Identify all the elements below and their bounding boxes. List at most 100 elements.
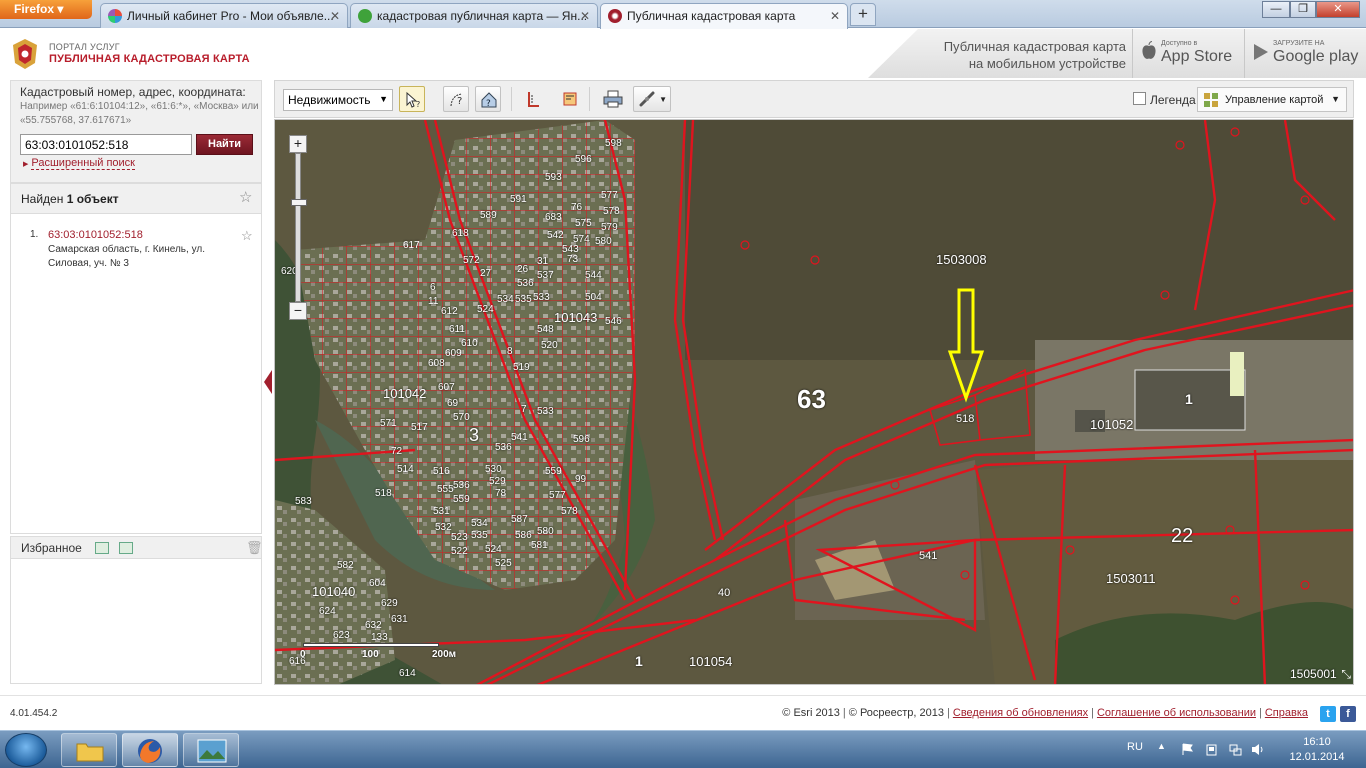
tab-cadastral-map[interactable]: Публичная кадастровая карта ✕ [600,3,848,29]
parcel-label: 69 [447,398,459,409]
result-cadastral-link[interactable]: 63:03:0101052:518 [48,229,143,241]
measure-question-icon: ? [450,93,462,107]
maximize-button[interactable]: ❐ [1290,1,1316,18]
parcel-label: 572 [463,255,480,266]
identify-tool[interactable]: ? [399,86,425,112]
volume-icon[interactable] [1251,743,1264,756]
zoom-slider[interactable] [291,153,307,302]
parcel-label: 504 [585,292,602,303]
quarter-label: 1505001 [1290,667,1337,681]
import-excel-icon[interactable] [119,542,133,554]
search-button[interactable]: Найти [196,134,253,155]
parcel-label: 571 [380,418,397,429]
close-icon[interactable]: ✕ [830,9,840,23]
parcel-label: 544 [585,270,602,281]
export-excel-icon[interactable] [95,542,109,554]
photo-viewer-taskbar-button[interactable] [183,733,239,767]
print-tool[interactable] [599,86,625,112]
start-button[interactable] [5,733,47,767]
parcel-label: 11 [428,296,439,307]
parcel-label: 78 [495,488,507,499]
yandex-search-icon [358,9,372,23]
zoom-in-button[interactable]: + [289,135,307,153]
network-icon[interactable] [1229,743,1242,756]
device-icon[interactable] [1205,743,1218,756]
copyright-rosreestr: © Росреестр, 2013 [848,707,945,719]
star-icon[interactable]: ☆ [239,190,252,205]
tab-avito[interactable]: Личный кабинет Pro - Мои объявле... ✕ [100,3,348,28]
parcel-label: 518 [375,488,392,499]
parcel-label: 72 [391,446,403,457]
area-info-tool[interactable]: ? [475,86,501,112]
updates-link[interactable]: Сведения об обновлениях [953,707,1088,719]
parcel-label: 530 [485,464,502,475]
terms-link[interactable]: Соглашение об использовании [1097,707,1256,719]
close-icon[interactable]: ✕ [330,9,340,23]
parcel-label: 519 [513,362,530,373]
avito-icon [108,9,122,23]
ruler-tool[interactable] [521,86,547,112]
picture-icon [197,739,227,763]
advanced-search-link[interactable]: ▶ Расширенный поиск [23,157,135,170]
parcel-label: 577 [549,490,566,501]
map-grid-icon [1204,93,1218,107]
area-measure-tool[interactable] [557,86,583,112]
trash-icon[interactable]: 🗑 [246,540,263,556]
window-close-button[interactable]: ✕ [1316,1,1360,18]
tray-expand-icon[interactable]: ▲ [1157,741,1166,751]
measure-tool[interactable]: ? [443,86,469,112]
map-control-dropdown[interactable]: Управление картой ▼ [1197,87,1347,112]
zoom-out-button[interactable]: − [289,302,307,320]
parcel-label-518[interactable]: 518 [956,413,974,425]
parcel-label: 593 [545,172,562,183]
explorer-taskbar-button[interactable] [61,733,117,767]
parcel-label: 524 [477,304,494,315]
parcel-label: 73 [567,254,579,265]
ruler-icon [528,92,539,107]
quarter-label: 101040 [312,584,356,599]
scale-label: 200м [432,649,457,660]
parcel-label: 596 [573,434,590,445]
parcel-label: 596 [575,154,592,165]
google-play-badge[interactable]: ЗАГРУЗИТЕ НА Google play [1244,29,1366,78]
legend-label[interactable]: Легенда [1150,93,1196,107]
quarter-label: 1503011 [1106,571,1156,586]
portal-title[interactable]: ПУБЛИЧНАЯ КАДАСТРОВАЯ КАРТА [49,53,250,65]
language-indicator[interactable]: RU [1127,741,1143,753]
tab-yandex[interactable]: кадастровая публичная карта — Ян... ✕ [350,3,598,28]
parcel-label: 604 [369,578,386,589]
resize-icon[interactable]: ⤡ [1341,667,1351,682]
facebook-icon[interactable]: f [1340,706,1356,722]
zoom-slider-handle[interactable] [291,199,307,206]
legend-checkbox[interactable] [1133,92,1146,105]
firefox-icon [138,739,162,763]
clock-date[interactable]: 12.01.2014 [1284,751,1350,763]
clock-time[interactable]: 16:10 [1296,736,1338,748]
parcel-label: 524 [485,544,502,555]
search-input[interactable] [20,134,192,155]
parcel-label: 591 [510,194,527,205]
parcel-label: 522 [451,546,468,557]
app-store-badge[interactable]: Доступно в App Store [1132,29,1244,78]
cadastral-map[interactable]: 1503008 101043 101042 101052 101040 1503… [274,119,1354,685]
firefox-menu-button[interactable]: Firefox ▾ [0,0,92,19]
help-link[interactable]: Справка [1265,707,1308,719]
parcel-label: 76 [571,202,583,213]
link-tool[interactable]: ▼ [633,86,671,112]
close-icon[interactable]: ✕ [580,9,590,23]
parcel-label: 520 [541,340,558,351]
result-address: Самарская область, г. Кинель, ул. Силова… [48,244,205,269]
layer-select[interactable]: Недвижимость ▼ [283,89,393,111]
parcel-label: 578 [603,206,620,217]
flag-icon[interactable] [1181,743,1194,756]
minimize-button[interactable]: — [1262,1,1290,18]
parcel-label: 27 [480,268,492,279]
chevron-down-icon: ▼ [659,95,667,104]
star-icon[interactable]: ☆ [241,228,253,243]
copyright-esri: © Esri 2013 [782,707,840,719]
collapse-panel-handle[interactable] [264,370,272,394]
twitter-icon[interactable]: t [1320,706,1336,722]
parcel-label: 532 [435,522,452,533]
firefox-taskbar-button[interactable] [122,733,178,767]
new-tab-button[interactable]: + [850,3,876,26]
